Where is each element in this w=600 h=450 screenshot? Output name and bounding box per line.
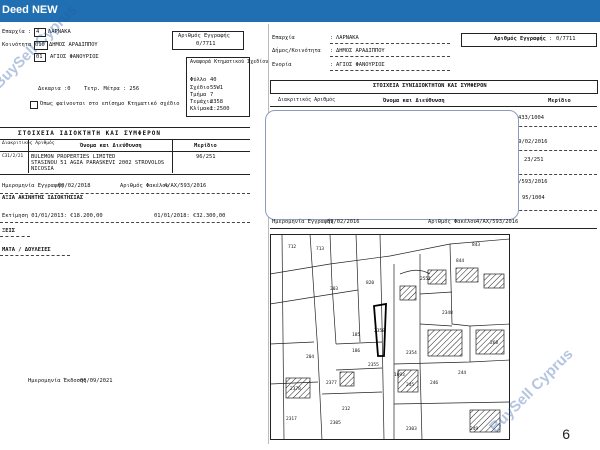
plot-number-label: 2378 xyxy=(290,386,301,392)
reg-date-label: Ημερομηνία Εγγραφής xyxy=(2,183,64,189)
row-1-share: 433/1004 xyxy=(518,115,544,121)
plot-number-label: 820 xyxy=(366,280,374,286)
registration-label: Αριθμός Εγγραφής xyxy=(178,33,230,39)
right-registration-value: 0/7711 xyxy=(556,36,576,42)
sheet-label: Φύλλο xyxy=(190,77,207,83)
plot-number-label: 244 xyxy=(458,370,466,376)
right-file-value: 4/ΑΧ/593/2016 xyxy=(476,219,519,225)
plot-number-label: 212 xyxy=(342,406,350,412)
block-label: Τμήμα xyxy=(190,92,207,98)
page-number: 6 xyxy=(562,426,570,442)
plot-number-label: 204 xyxy=(306,354,314,360)
right-municipality-value: ΔΗΜΟΣ ΑΡΑΔΙΠΠΟΥ xyxy=(336,48,385,54)
scale-value: 1:2500 xyxy=(210,106,230,112)
plot-number-label: 843 xyxy=(472,242,480,248)
row-2-share: 23/251 xyxy=(524,157,544,163)
owner-share: 96/251 xyxy=(196,154,216,160)
plot-value: 2358 xyxy=(210,99,223,105)
right-file-label: Αριθμός Φακέλου xyxy=(428,219,477,225)
plot-number-label: 203 xyxy=(330,286,338,292)
province-value: ΛΑΡΝΑΚΑ xyxy=(336,35,359,41)
right-registration-label: Αριθμός Εγγραφής xyxy=(494,36,546,42)
owners-col-name: Όνομα και Διεύθυνση xyxy=(80,143,142,149)
file-value: 4/ΑΧ/593/2016 xyxy=(164,183,207,189)
plan-label: Σχέδιο xyxy=(190,85,210,91)
notes-easements: ΜΑΤΑ / ΔΟΥΛΕΙΕΣ xyxy=(2,247,51,253)
row-3-date: 2/593/2016 xyxy=(515,179,548,185)
redacted-owners-panel xyxy=(265,110,519,220)
right-reg-date-label: Ημερομηνία Εγγραφής xyxy=(272,219,334,225)
plan-ref-label: Αναφορά Κτηματικού Σχεδίου xyxy=(190,59,269,65)
issue-date-value: 06/09/2021 xyxy=(80,378,113,384)
plan-value: 55W1 xyxy=(210,85,223,91)
property-values-title: ΑΞΙΑ ΑΚΙΝΗΤΗΣ ΙΔΙΟΚΤΗΣΙΑΣ xyxy=(2,195,84,201)
right-reg-date-value: 09/02/2016 xyxy=(327,219,360,225)
municipality-name: ΔΗΜΟΣ ΑΡΑΔΙΠΠΟΥ xyxy=(49,42,98,48)
plot-number-label: 2354 xyxy=(406,350,417,356)
header-title: Deed NEW xyxy=(2,4,58,16)
right-col-id: Διακριτικός Αριθμός xyxy=(278,97,336,103)
plot-number-label: 712 xyxy=(288,244,296,250)
quarter-name: ΑΓΙΟΣ ΦΑΝΟΥΡΙΟΣ xyxy=(50,54,99,60)
registration-no: 0/7711 xyxy=(196,41,216,47)
owner-id: C31/2/21 xyxy=(2,154,24,159)
plot-number-label: 268 xyxy=(490,340,498,346)
reg-date-value: 09/02/2018 xyxy=(58,183,91,189)
right-col-name: Όνομα και Διεύθυνση xyxy=(383,98,445,104)
province-label: Επαρχία xyxy=(272,35,295,41)
area-sqm: Τετρ. Μέτρα : 256 xyxy=(84,86,140,92)
plot-number-label: 2303 xyxy=(406,426,417,432)
valuation-2018: 01/01/2018: €32.300,00 xyxy=(154,213,226,219)
right-col-share: Μερίδιο xyxy=(548,98,571,104)
shown-on-plan-text: Όπως φαίνονται στο επίσημο Κτηματικό σχέ… xyxy=(40,101,180,107)
district-label: Επαρχία : xyxy=(2,29,32,35)
valuation-2013: Εκτίμηση 01/01/2013: €18.200,00 xyxy=(2,213,103,219)
cadastral-map: 712 713 2551 820 2358 2348 203 843 844 1… xyxy=(270,234,510,440)
plot-number-label: 2348 xyxy=(442,310,453,316)
plot-number-label: 2358 xyxy=(374,328,385,334)
plot-number-label: 245 xyxy=(406,382,414,388)
owners-section-title: ΣΤΟΙΧΕΙΑ ΙΔΙΟΚΤΗΤΗ ΚΑΙ ΣΥΜΦΕΡΟΝ xyxy=(18,130,161,137)
plot-number-label: 713 xyxy=(316,246,324,252)
right-owners-title: ΣΤΟΙΧΕΙΑ ΣΥΝΙΔΙΟΚΤΗΤΩΝ ΚΑΙ ΣΥΜΦΕΡΟΝ xyxy=(373,83,487,89)
plot-number-label: 1093 xyxy=(394,372,405,378)
right-quarter-value: ΑΓΙΟΣ ΦΑΝΟΥΡΙΟΣ xyxy=(336,62,385,68)
row-1-date: 09/02/2016 xyxy=(515,139,548,145)
notes-encumbrances: ΞΕΙΣ xyxy=(2,228,15,234)
right-municipality-label: Δήμος/Κοινότητα xyxy=(272,48,321,54)
area-decares: Δεκαρια :0 xyxy=(38,86,71,92)
plot-number-label: 249 xyxy=(470,426,478,432)
plot-number-label: 186 xyxy=(352,348,360,354)
plot-number-label: 2317 xyxy=(286,416,297,422)
plot-number-label: 2355 xyxy=(368,362,379,368)
plot-number-label: 2551 xyxy=(420,276,431,282)
plot-number-label: 185 xyxy=(352,332,360,338)
row-3-share: 95/1004 xyxy=(522,195,545,201)
app-header: Deed NEW xyxy=(0,0,600,22)
plot-number-label: 246 xyxy=(430,380,438,386)
plot-number-label: 844 xyxy=(456,258,464,264)
right-quarter-label: Ενορία xyxy=(272,62,292,68)
sheet-value: 40 xyxy=(210,77,217,83)
plot-number-label: 2377 xyxy=(326,380,337,386)
issue-date-label: Ημερομηνία Έκδοσης xyxy=(28,378,87,384)
plot-number-label: 2305 xyxy=(330,420,341,426)
block-value: 7 xyxy=(210,92,214,98)
owners-col-share: Μερίδιο xyxy=(194,143,217,149)
owner-name-line-3: NICOSIA xyxy=(31,166,54,172)
file-label: Αριθμός Φακέλου xyxy=(120,183,169,189)
